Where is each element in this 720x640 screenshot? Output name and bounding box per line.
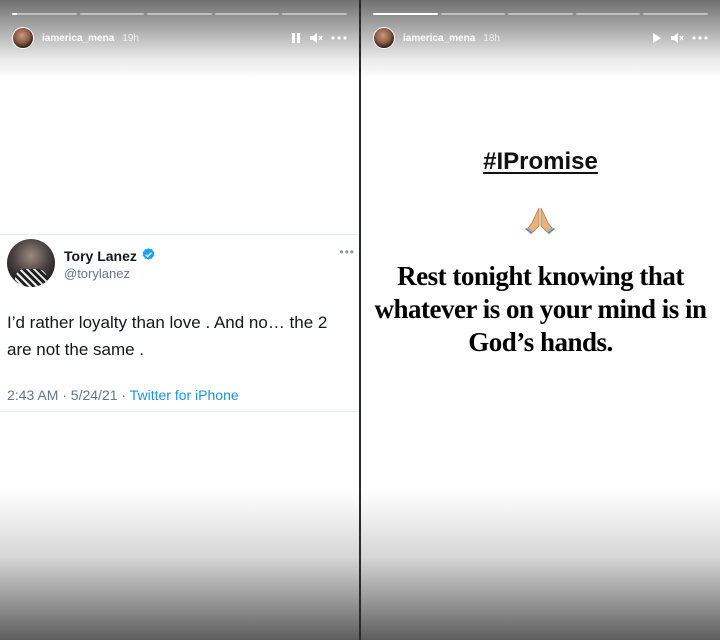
more-icon[interactable] bbox=[331, 35, 347, 41]
tweet-date: 2:43 AM · 5/24/21 · bbox=[7, 387, 130, 403]
more-icon[interactable] bbox=[692, 35, 708, 41]
pause-icon[interactable] bbox=[291, 32, 301, 44]
avatar[interactable] bbox=[373, 27, 395, 49]
progress-segment bbox=[12, 13, 77, 15]
play-icon[interactable] bbox=[652, 32, 662, 44]
mute-icon[interactable] bbox=[670, 32, 684, 44]
tweet-text: I’d rather loyalty than love . And no… t… bbox=[7, 313, 328, 359]
praying-hands-icon bbox=[524, 206, 556, 239]
username[interactable]: iamerica_mena bbox=[42, 33, 114, 44]
tweet-source[interactable]: Twitter for iPhone bbox=[130, 387, 239, 403]
bottom-gradient bbox=[0, 490, 359, 640]
story-background bbox=[0, 78, 359, 234]
progress-segment bbox=[373, 13, 438, 15]
tweet-card: Tory Lanez @torylanez ••• I’d rather loy… bbox=[0, 234, 359, 412]
bottom-gradient bbox=[361, 490, 720, 640]
tweet-author-name: Tory Lanez bbox=[64, 248, 137, 264]
username[interactable]: iamerica_mena bbox=[403, 33, 475, 44]
story-controls bbox=[652, 32, 708, 44]
progress-segment bbox=[79, 13, 145, 15]
progress-segment bbox=[508, 13, 573, 15]
story-header: iamerica_mena 18h bbox=[373, 27, 708, 49]
tweet-handle: @torylanez bbox=[64, 266, 130, 281]
timestamp: 18h bbox=[483, 32, 500, 44]
story-header: iamerica_mena 19h bbox=[12, 27, 347, 49]
hashtag-heading: #IPromise bbox=[483, 148, 598, 175]
progress-segment bbox=[147, 13, 212, 15]
timestamp: 19h bbox=[122, 32, 139, 44]
story-progress-bar bbox=[12, 13, 347, 15]
story-message: Rest tonight knowing that whatever is on… bbox=[374, 261, 707, 357]
tweet-author: Tory Lanez bbox=[64, 247, 156, 265]
story-controls bbox=[291, 32, 347, 44]
progress-segment bbox=[440, 13, 506, 15]
progress-segment bbox=[575, 13, 641, 15]
verified-badge-icon bbox=[141, 247, 156, 265]
story-left[interactable]: Tory Lanez @torylanez ••• I’d rather loy… bbox=[0, 0, 359, 640]
progress-segment bbox=[643, 13, 708, 15]
tweet-meta: 2:43 AM · 5/24/21 · Twitter for iPhone bbox=[7, 387, 239, 403]
progress-segment bbox=[214, 13, 280, 15]
story-right[interactable]: iamerica_mena 18h #IPromise Rest tonight… bbox=[361, 0, 720, 640]
more-icon[interactable]: ••• bbox=[339, 245, 355, 259]
tweet-avatar bbox=[7, 239, 55, 287]
avatar[interactable] bbox=[12, 27, 34, 49]
story-progress-bar bbox=[373, 13, 708, 15]
progress-segment bbox=[282, 13, 347, 15]
mute-icon[interactable] bbox=[309, 32, 323, 44]
